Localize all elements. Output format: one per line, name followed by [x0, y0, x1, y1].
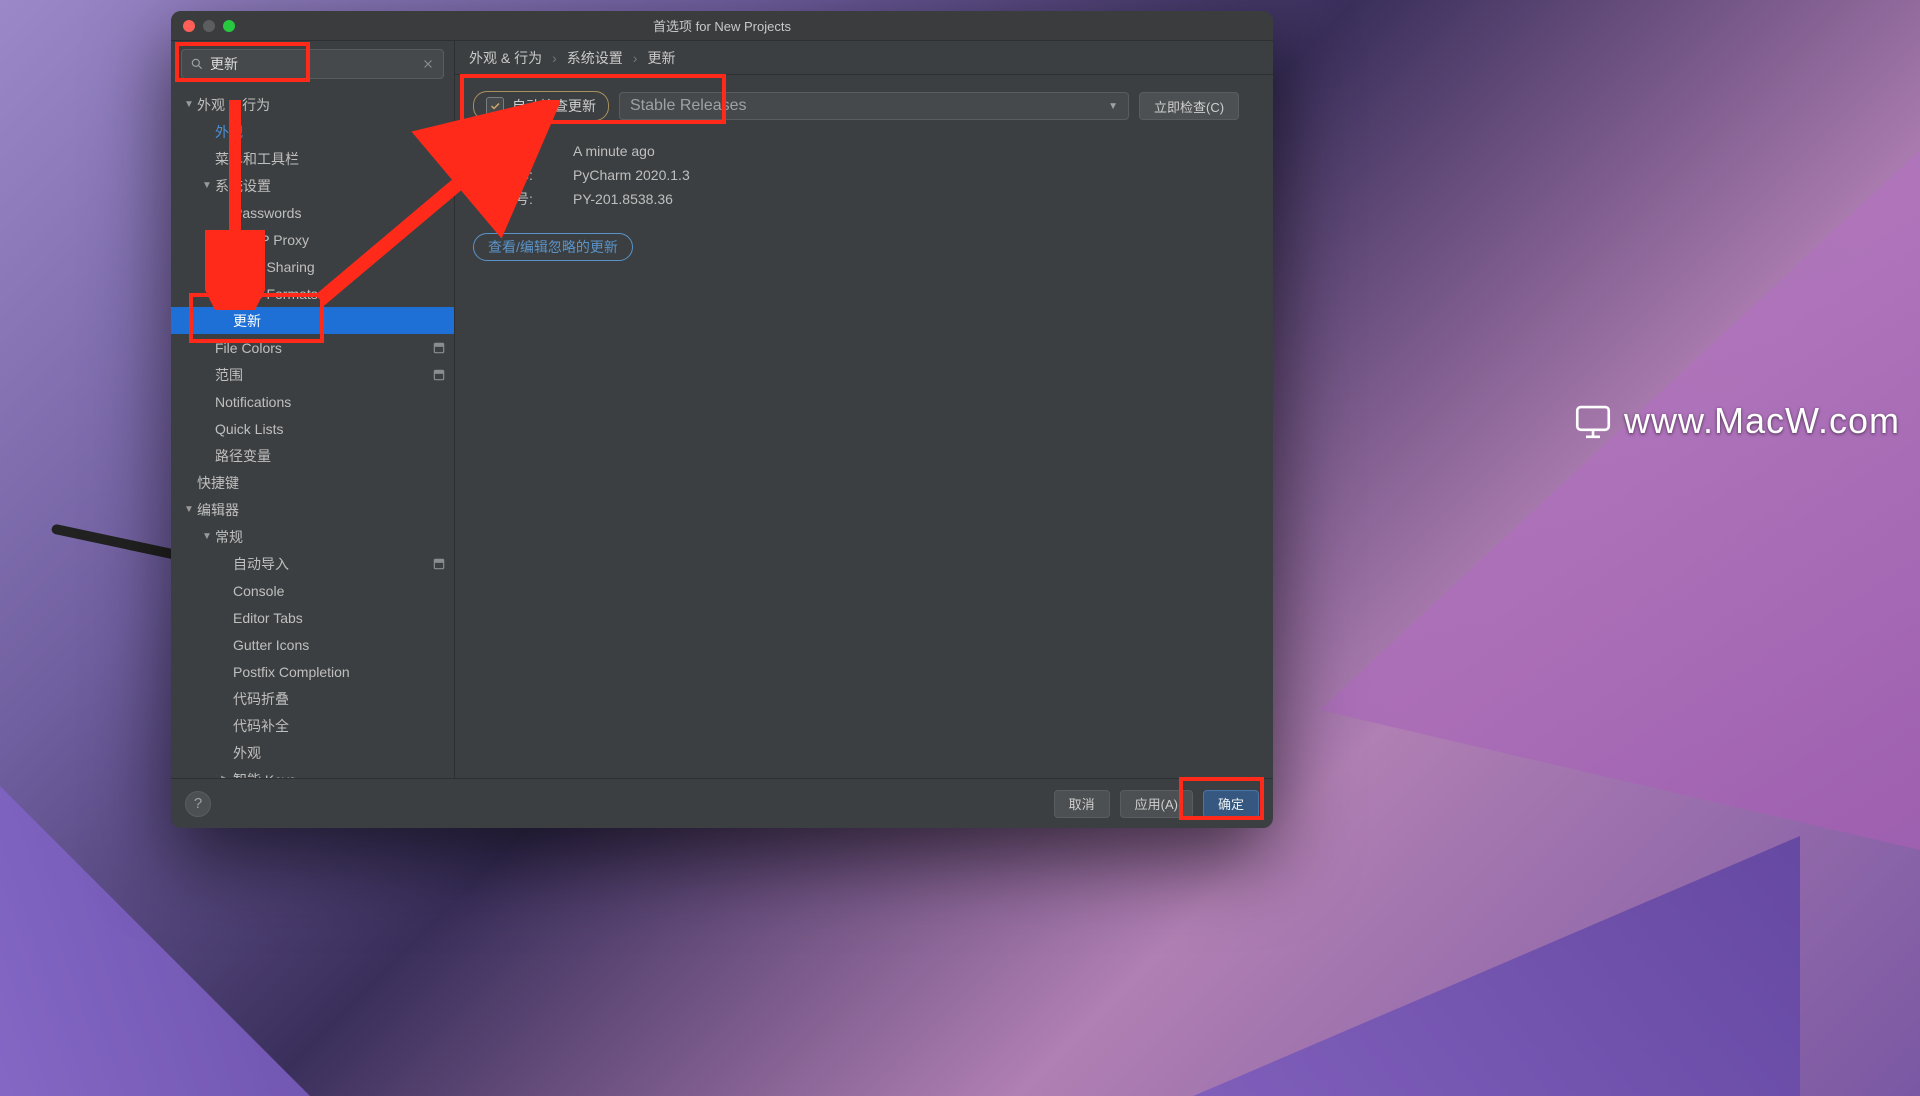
- tree-item-label: 常规: [215, 527, 243, 547]
- tree-item-label: Quick Lists: [215, 421, 283, 437]
- tree-item[interactable]: 代码补全: [171, 712, 454, 739]
- project-level-icon: [432, 368, 446, 382]
- tree-item-label: 路径变量: [215, 446, 271, 466]
- tree-item-label: Data Sharing: [233, 259, 315, 275]
- dialog-footer: ? 取消 应用(A) 确定: [171, 778, 1273, 828]
- cancel-button[interactable]: 取消: [1054, 790, 1110, 818]
- breadcrumb: 外观 & 行为› 系统设置› 更新: [455, 41, 1273, 75]
- zoom-icon[interactable]: [223, 20, 235, 32]
- search-field[interactable]: [210, 56, 415, 72]
- check-now-button[interactable]: 立即检查(C): [1139, 92, 1239, 120]
- tree-item[interactable]: ▶智能 Keys: [171, 766, 454, 778]
- tree-item[interactable]: ▼常规: [171, 523, 454, 550]
- tree-item-label: 更新: [233, 311, 261, 331]
- main-panel: 外观 & 行为› 系统设置› 更新 自动检查更新 Stable Releases…: [455, 41, 1273, 778]
- tree-item[interactable]: Editor Tabs: [171, 604, 454, 631]
- settings-tree[interactable]: ▼外观 & 行为外观菜单和工具栏▼系统设置PasswordsHTTP Proxy…: [171, 87, 454, 778]
- preferences-window: 首选项 for New Projects ▼外观 & 行为外观菜单和工具栏▼系统…: [171, 11, 1273, 828]
- crumb[interactable]: 更新: [647, 48, 675, 68]
- tree-item-label: Postfix Completion: [233, 664, 350, 680]
- tree-item[interactable]: ▼编辑器: [171, 496, 454, 523]
- tree-item[interactable]: Data Sharing: [171, 253, 454, 280]
- tree-item-label: 自动导入: [233, 554, 289, 574]
- tree-item-label: Date Formats: [233, 286, 318, 302]
- titlebar[interactable]: 首选项 for New Projects: [171, 11, 1273, 41]
- tree-item-label: 外观: [215, 122, 243, 142]
- tree-item[interactable]: 范围: [171, 361, 454, 388]
- tree-item-label: 外观 & 行为: [197, 95, 270, 115]
- tree-item-label: 菜单和工具栏: [215, 149, 299, 169]
- tree-item[interactable]: 自动导入: [171, 550, 454, 577]
- checkbox-icon[interactable]: [486, 97, 504, 115]
- chevron-right-icon: ▶: [219, 774, 231, 778]
- chevron-down-icon: ▼: [183, 99, 195, 110]
- tree-item[interactable]: Quick Lists: [171, 415, 454, 442]
- tree-item[interactable]: 菜单和工具栏: [171, 145, 454, 172]
- tree-item-label: 代码补全: [233, 716, 289, 736]
- version-info: 上次检查A minute ago 当前版本:PyCharm 2020.1.3 构…: [473, 139, 1255, 211]
- tree-item[interactable]: 路径变量: [171, 442, 454, 469]
- update-channel-dropdown[interactable]: Stable Releases ▼: [619, 92, 1129, 120]
- dropdown-value: Stable Releases: [630, 97, 747, 115]
- search-input[interactable]: [181, 49, 444, 79]
- clear-icon[interactable]: [421, 57, 435, 71]
- tree-item-label: 智能 Keys: [233, 770, 296, 779]
- tree-item-label: 外观: [233, 743, 261, 763]
- close-icon[interactable]: [183, 20, 195, 32]
- tree-item-label: Gutter Icons: [233, 637, 309, 653]
- chevron-down-icon: ▼: [183, 504, 195, 515]
- tree-item[interactable]: 外观: [171, 118, 454, 145]
- tree-item-label: 系统设置: [215, 176, 271, 196]
- tree-item-label: Editor Tabs: [233, 610, 303, 626]
- help-button[interactable]: ?: [185, 791, 211, 817]
- tree-item-label: 代码折叠: [233, 689, 289, 709]
- tree-item[interactable]: HTTP Proxy: [171, 226, 454, 253]
- tree-item-label: HTTP Proxy: [233, 232, 309, 248]
- tree-item[interactable]: 外观: [171, 739, 454, 766]
- chevron-down-icon: ▼: [1108, 101, 1118, 112]
- tree-item[interactable]: Postfix Completion: [171, 658, 454, 685]
- tree-item[interactable]: Passwords: [171, 199, 454, 226]
- minimize-icon[interactable]: [203, 20, 215, 32]
- search-icon: [190, 57, 204, 71]
- tree-item[interactable]: 代码折叠: [171, 685, 454, 712]
- project-level-icon: [432, 341, 446, 355]
- tree-item[interactable]: Notifications: [171, 388, 454, 415]
- tree-item[interactable]: File Colors: [171, 334, 454, 361]
- watermark: www.MacW.com: [1572, 400, 1900, 442]
- crumb[interactable]: 系统设置: [567, 48, 623, 68]
- tree-item[interactable]: 快捷键: [171, 469, 454, 496]
- ok-button[interactable]: 确定: [1203, 790, 1259, 818]
- view-ignored-updates-button[interactable]: 查看/编辑忽略的更新: [473, 233, 633, 261]
- crumb[interactable]: 外观 & 行为: [469, 48, 542, 68]
- chevron-down-icon: ▼: [201, 180, 213, 191]
- tree-item-label: Console: [233, 583, 284, 599]
- tree-item-label: 快捷键: [197, 473, 239, 493]
- tree-item[interactable]: ▼系统设置: [171, 172, 454, 199]
- apply-button[interactable]: 应用(A): [1120, 790, 1193, 818]
- tree-item[interactable]: ▼外观 & 行为: [171, 91, 454, 118]
- window-title: 首选项 for New Projects: [171, 16, 1273, 35]
- sidebar: ▼外观 & 行为外观菜单和工具栏▼系统设置PasswordsHTTP Proxy…: [171, 41, 455, 778]
- tree-item[interactable]: Gutter Icons: [171, 631, 454, 658]
- tree-item-label: File Colors: [215, 340, 282, 356]
- tree-item[interactable]: Console: [171, 577, 454, 604]
- tree-item[interactable]: 更新: [171, 307, 454, 334]
- tree-item-label: 编辑器: [197, 500, 239, 520]
- auto-check-label: 自动检查更新: [512, 96, 596, 116]
- auto-check-updates[interactable]: 自动检查更新: [473, 91, 609, 121]
- tree-item-label: Notifications: [215, 394, 291, 410]
- tree-item-label: 范围: [215, 365, 243, 385]
- chevron-down-icon: ▼: [201, 531, 213, 542]
- tree-item[interactable]: Date Formats: [171, 280, 454, 307]
- tree-item-label: Passwords: [233, 205, 301, 221]
- project-level-icon: [432, 557, 446, 571]
